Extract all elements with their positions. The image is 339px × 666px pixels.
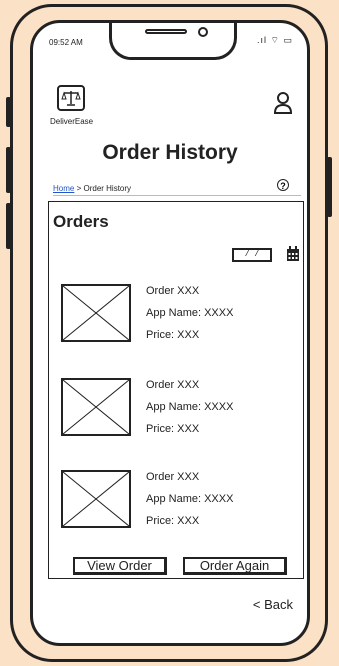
logo-text: DeliverEase (50, 117, 94, 126)
order-number: Order XXX (146, 471, 200, 483)
phone-side-button (6, 97, 11, 127)
order-number: Order XXX (146, 379, 200, 391)
order-image-placeholder (61, 284, 131, 342)
order-price: Price: XXX (146, 515, 200, 527)
order-image-placeholder (61, 378, 131, 436)
page-title: Order History (102, 141, 238, 164)
phone-power-button (327, 157, 332, 217)
order-number: Order XXX (146, 285, 200, 297)
status-icons: .ıl ⌔ ▭ (257, 35, 293, 45)
phone-side-button (6, 203, 11, 249)
speaker (145, 29, 187, 34)
breadcrumb: Home > Order History (53, 184, 131, 193)
order-info: Order XXX App Name: XXXX Price: XXX (146, 280, 233, 346)
order-price: Price: XXX (146, 423, 200, 435)
help-icon[interactable]: ? (277, 179, 289, 191)
orders-panel: Orders / / Order XXX App Name: XXXX Pric… (48, 201, 304, 579)
date-input[interactable]: / / (232, 248, 272, 262)
order-item[interactable]: Order XXX App Name: XXXX Price: XXX (61, 470, 291, 540)
status-time: 09:52 AM (49, 38, 83, 47)
back-link[interactable]: < Back (253, 597, 293, 612)
scales-icon (61, 91, 81, 106)
view-order-button[interactable]: View Order (73, 557, 167, 575)
logo[interactable] (57, 85, 85, 111)
phone-side-button (6, 147, 11, 193)
order-app-name: App Name: XXXX (146, 307, 234, 319)
order-info: Order XXX App Name: XXXX Price: XXX (146, 466, 233, 532)
breadcrumb-separator: > (76, 184, 82, 193)
breadcrumb-home-link[interactable]: Home (53, 184, 74, 193)
user-icon[interactable] (273, 91, 293, 120)
divider (53, 195, 301, 196)
phone-screen: 09:52 AM .ıl ⌔ ▭ DeliverEase Order Histo… (30, 20, 310, 646)
order-again-button[interactable]: Order Again (183, 557, 287, 575)
order-item[interactable]: Order XXX App Name: XXXX Price: XXX (61, 378, 291, 448)
orders-title: Orders (53, 212, 109, 231)
order-price: Price: XXX (146, 329, 200, 341)
order-image-placeholder (61, 470, 131, 528)
order-info: Order XXX App Name: XXXX Price: XXX (146, 374, 233, 440)
calendar-icon[interactable] (286, 246, 300, 267)
breadcrumb-current: Order History (83, 184, 132, 193)
order-item[interactable]: Order XXX App Name: XXXX Price: XXX (61, 284, 291, 354)
order-app-name: App Name: XXXX (146, 493, 234, 505)
notch (109, 23, 237, 60)
camera (198, 27, 208, 37)
order-app-name: App Name: XXXX (146, 401, 234, 413)
